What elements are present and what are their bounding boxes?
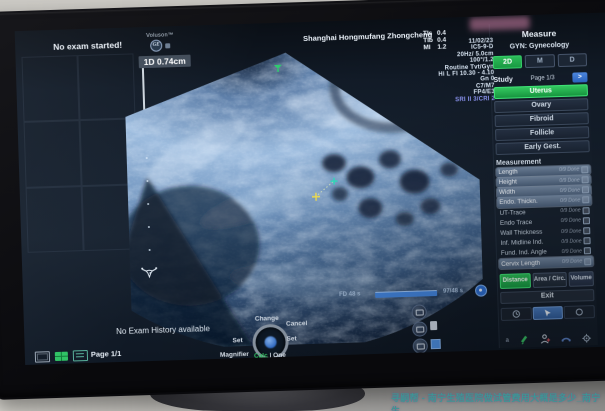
measurement-checkbox[interactable] [581, 166, 588, 173]
no-exam-status: No exam started! [53, 40, 122, 52]
measurement-row-label: Height [499, 177, 558, 186]
measurement-row-label: Endo Trace [500, 218, 559, 227]
trackball-core [264, 336, 276, 348]
layout-switcher [35, 350, 88, 363]
cine-counter: 97/48 s [443, 288, 463, 295]
mode-tab-2d[interactable]: 2D [493, 55, 523, 69]
measurement-checkbox[interactable] [582, 197, 589, 204]
cursor-icon [544, 308, 552, 317]
measurement-checkbox[interactable] [583, 237, 590, 244]
distance-button[interactable]: Distance [500, 273, 531, 289]
brand-cluster: Voluson™ GE [137, 32, 184, 52]
ge-logo-icon: GE [150, 40, 162, 52]
study-item-fibroid[interactable]: Fibroid [495, 112, 589, 127]
cine-left-label: FD 48 s [339, 291, 361, 298]
brand-icon [165, 43, 170, 48]
measurement-row-status: 0/9 Done [560, 187, 580, 194]
tool-tab-ellipse[interactable] [564, 305, 595, 319]
measurement-row-status: 0/9 Done [559, 177, 579, 184]
clipboard-slot[interactable] [24, 120, 82, 187]
measurement-row-label: Wall Thickness [500, 228, 559, 237]
circle-icon [575, 307, 584, 316]
study-item-early-gest[interactable]: Early Gest. [495, 140, 589, 155]
measurement-checkbox[interactable] [583, 227, 590, 234]
trackball-left-label: Set [232, 337, 242, 344]
ultrasound-image [124, 47, 485, 350]
phone-icon[interactable] [560, 334, 571, 343]
clipboard-slot[interactable] [26, 186, 84, 253]
text-tool-icon[interactable]: a [506, 337, 510, 343]
watermark-caption: 寻嗣帮 - 南宁生殖医院做试管费用大概是多少_南宁生 [391, 391, 605, 411]
tool-tab-history[interactable] [501, 307, 532, 321]
measurement-row-label: Length [498, 167, 557, 176]
measurement-row-label: Width [499, 187, 558, 196]
layout-quad-icon[interactable] [55, 352, 68, 361]
exam-category-label: GYN: Gynecology [492, 41, 586, 51]
mode-tab-m[interactable]: M [525, 54, 555, 68]
measurement-row-status: 0/9 Done [561, 238, 581, 245]
study-label: Study [493, 76, 513, 84]
measurement-row-status: 0/9 Done [561, 218, 581, 225]
tool-tabs [501, 305, 595, 321]
thumbnail-grid [21, 53, 139, 252]
measurement-checkbox[interactable] [582, 186, 589, 193]
study-row: Study Page 1/3 > [493, 72, 587, 85]
save-icon [431, 339, 441, 349]
measure-panel: Measure GYN: Gynecology 2D M D Study Pag… [489, 21, 598, 348]
exit-button[interactable]: Exit [500, 289, 594, 304]
clipboard-slot[interactable] [21, 55, 79, 122]
study-next-button[interactable]: > [572, 72, 587, 82]
measurement-row-status: 0/9 Done [560, 197, 580, 204]
measurement-row-label: UT-Trace [500, 208, 559, 217]
area-circ-button[interactable]: Area / Circ. [533, 272, 567, 288]
mode-tabs: 2D M D [493, 53, 587, 69]
trackball-topright-label: Cancel [286, 320, 308, 328]
monitor-bezel: No exam started! Voluson™ GE Shanghai Ho… [0, 0, 605, 400]
measurement-row-status: 0/9 Done [561, 228, 581, 235]
freeze-indicator-icon [475, 284, 487, 296]
trackball-top-label: Change [255, 315, 279, 323]
measurement-row-status: 0/9 Done [561, 248, 581, 255]
tool-tab-cursor[interactable] [532, 306, 563, 320]
photo-of-ultrasound-monitor: No exam started! Voluson™ GE Shanghai Ho… [0, 0, 605, 411]
settings-gear-icon[interactable] [581, 333, 591, 343]
printer-icon [430, 321, 437, 330]
measurement-checkbox[interactable] [582, 176, 589, 183]
measurement-row-status: 0/9 Done [560, 208, 580, 215]
measurement-row-status: 0/9 Done [559, 167, 579, 174]
measure-actions: Distance Area / Circ. Volume [500, 271, 594, 289]
trackball-right-label: Set [286, 335, 296, 342]
measurement-checkbox[interactable] [582, 207, 589, 214]
study-item-uterus[interactable]: Uterus [494, 84, 588, 99]
taskbar-icons: a [501, 332, 595, 348]
measurement-checkbox[interactable] [584, 248, 591, 255]
measurement-checkbox[interactable] [583, 217, 590, 224]
mode-tab-d[interactable]: D [557, 53, 587, 67]
layout-report-icon[interactable] [73, 350, 88, 361]
layout-single-icon[interactable] [35, 351, 50, 362]
pencil-tool-icon[interactable] [519, 335, 529, 345]
ultrasound-system-screen: No exam started! Voluson™ GE Shanghai Ho… [15, 13, 605, 365]
measurement-row-label: Fund. Ind. Angle [501, 249, 560, 258]
measurement-row-status: 0/9 Done [562, 258, 582, 265]
probe-orientation-marker [272, 63, 284, 73]
redacted-patient-info [469, 16, 529, 31]
trackball-bottomleft-label: Magnifier [220, 351, 249, 359]
measurement-row-label: Inf. Midline Ind. [500, 238, 559, 247]
page-indicator: Page 1/1 [91, 349, 122, 359]
measurement-row-label: Cervix Length [501, 259, 560, 268]
patient-button[interactable] [539, 333, 550, 344]
clock-icon [511, 309, 520, 318]
study-page-indicator: Page 1/3 [516, 75, 570, 83]
body-marker-uterus-icon [140, 265, 158, 280]
volume-button[interactable]: Volume [569, 271, 594, 287]
trackball-bottom-label: Calc | One [254, 352, 286, 360]
print-button-p3[interactable] [413, 338, 428, 353]
measurement-row-label: Endo. Thickn. [499, 198, 558, 207]
measurement-checkbox[interactable] [584, 258, 591, 265]
study-item-ovary[interactable]: Ovary [494, 98, 588, 113]
study-item-follicle[interactable]: Follicle [495, 126, 589, 141]
